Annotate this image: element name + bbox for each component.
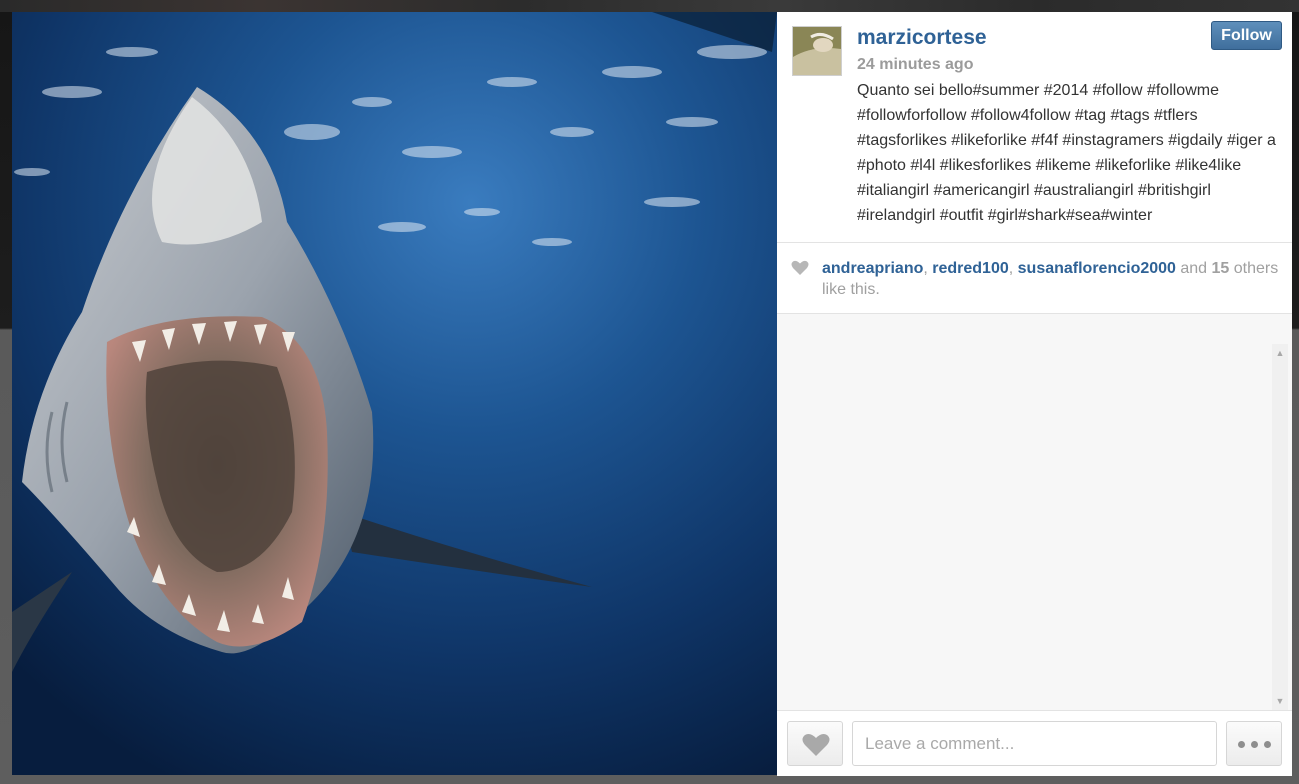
post-photo[interactable]: [12, 12, 777, 775]
shark-photo-image: [12, 12, 777, 775]
heart-icon: [791, 260, 809, 275]
background-feed-strip: [0, 0, 1299, 12]
scroll-up-arrow-icon[interactable]: ▲: [1272, 346, 1288, 360]
ellipsis-icon: [1251, 741, 1258, 748]
post-header: marzicortese 24 minutes ago Quanto sei b…: [777, 12, 1292, 243]
likes-text: andreapriano, redred100, susanaflorencio…: [822, 258, 1282, 300]
likes-separator: ,: [1008, 260, 1018, 277]
ellipsis-icon: [1264, 741, 1271, 748]
likes-section: andreapriano, redred100, susanaflorencio…: [777, 243, 1292, 314]
scroll-down-arrow-icon[interactable]: ▼: [1272, 694, 1288, 708]
avatar[interactable]: [792, 26, 842, 76]
like-button[interactable]: [787, 721, 843, 766]
avatar-image: [793, 27, 841, 75]
comment-footer: [777, 710, 1292, 776]
comments-scrollbar[interactable]: ▲ ▼: [1272, 344, 1288, 710]
follow-button[interactable]: Follow: [1211, 21, 1282, 50]
likes-separator: ,: [923, 260, 933, 277]
liker-link[interactable]: redred100: [932, 260, 1009, 277]
ellipsis-icon: [1238, 741, 1245, 748]
post-caption: Quanto sei bello#summer #2014 #follow #f…: [857, 82, 1276, 224]
others-count[interactable]: 15: [1212, 260, 1230, 277]
post-timestamp: 24 minutes ago: [857, 56, 974, 73]
username-link[interactable]: marzicortese: [857, 26, 987, 50]
more-options-button[interactable]: [1226, 721, 1282, 766]
liker-link[interactable]: susanaflorencio2000: [1018, 260, 1176, 277]
post-detail-panel: marzicortese 24 minutes ago Quanto sei b…: [777, 12, 1292, 776]
comment-input[interactable]: [852, 721, 1217, 766]
heart-icon: [802, 734, 830, 756]
likes-and-text: and: [1175, 260, 1212, 277]
comments-list[interactable]: ▲ ▼: [777, 314, 1292, 710]
liker-link[interactable]: andreapriano: [822, 260, 923, 277]
